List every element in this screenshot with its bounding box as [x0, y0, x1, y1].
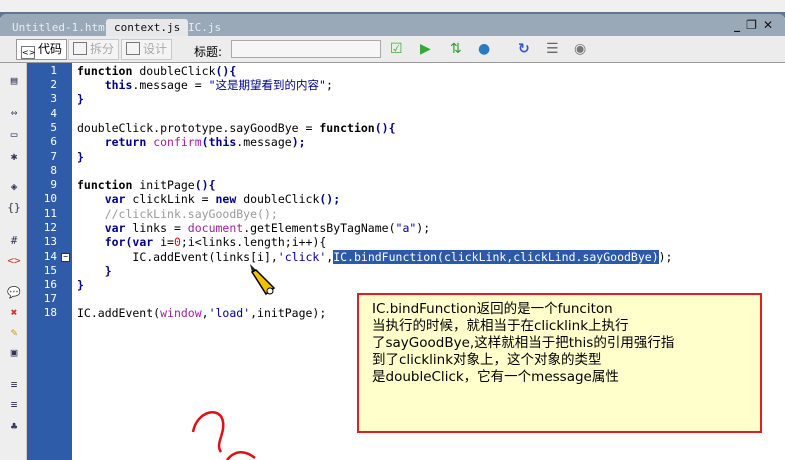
design-label: 设计 — [143, 42, 168, 56]
line-number: 17 — [43, 292, 57, 305]
code-line[interactable]: return confirm(this.message); — [77, 135, 306, 149]
code-line[interactable]: function doubleClick(){ — [77, 64, 236, 78]
remove-comment-icon[interactable]: ✖ — [6, 305, 22, 321]
callout-line: 是doubleClick，它有一个message属性 — [372, 369, 619, 385]
collapse-toggle[interactable]: − — [61, 253, 70, 262]
document-tabs: Untitled-1.html context.js IC.js _❐✕ — [0, 14, 785, 36]
close-button[interactable]: ✕ — [763, 18, 779, 32]
line-number: 7 — [50, 150, 57, 163]
line-number: 2 — [50, 78, 57, 91]
selected-text[interactable]: IC.bindFunction(clickLink,clickLind.sayG… — [333, 250, 659, 264]
restore-button[interactable]: ❐ — [746, 18, 763, 32]
split-label: 拆分 — [90, 42, 115, 56]
design-icon — [126, 42, 140, 55]
code-line[interactable]: function initPage(){ — [77, 178, 216, 192]
validate-icon[interactable]: ☑ — [390, 41, 403, 57]
file-transfer-icon[interactable]: ⇅ — [450, 41, 462, 57]
split-view-button[interactable]: 拆分 — [68, 39, 120, 60]
callout-line: 到了clicklink对象上，这个对象的类型 — [372, 352, 602, 368]
red-ink-scribble — [191, 411, 256, 460]
view-options-icon[interactable]: ☰ — [546, 41, 559, 57]
line-number: 15 — [43, 264, 57, 277]
line-number: 16 — [43, 278, 57, 291]
line-number: 14 — [43, 250, 57, 263]
line-number: 9 — [50, 178, 57, 191]
code-line[interactable]: for(var i=0;i<links.length;i++){ — [77, 235, 327, 249]
code-line[interactable]: doubleClick.prototype.sayGoodBye = funct… — [77, 121, 396, 135]
indent-icon[interactable]: ≡ — [6, 377, 22, 393]
code-line[interactable]: } — [77, 278, 84, 292]
code-line[interactable]: } — [77, 264, 112, 278]
line-number: 6 — [50, 135, 57, 148]
collapse-tag-icon[interactable]: ⇔ — [6, 105, 22, 121]
line-number: 10 — [43, 192, 57, 205]
collapse-selection-icon[interactable]: ▭ — [6, 127, 22, 143]
line-number: 4 — [50, 107, 57, 120]
code-line[interactable]: IC.addEvent(window,'load',initPage); — [77, 306, 326, 320]
annotation-callout: IC.bindFunction返回的是一个funciton 当执行的时候，就相当… — [357, 293, 762, 433]
preview-debug-icon[interactable]: ▶ — [420, 41, 431, 57]
expand-all-icon[interactable]: ✱ — [6, 149, 22, 165]
visual-aids-icon[interactable]: ◉ — [574, 41, 586, 57]
line-number: 5 — [50, 121, 57, 134]
code-line[interactable]: } — [77, 150, 84, 164]
document-toolbar: <> 代码 拆分 设计 标题: ☑ ▶ ⇅ ● ↻ ☰ ◉ — [0, 36, 785, 63]
tab-untitled-1[interactable]: Untitled-1.html — [4, 19, 119, 36]
split-icon — [73, 42, 87, 55]
select-parent-tag-icon[interactable]: ◈ — [6, 179, 22, 195]
apply-comment-icon[interactable]: 💬 — [6, 285, 22, 301]
browser-globe-icon[interactable]: ● — [478, 41, 490, 57]
code-line[interactable]: var clickLink = new doubleClick(); — [77, 192, 340, 206]
line-number: 1 — [50, 64, 57, 77]
line-numbers-icon[interactable]: # — [6, 233, 22, 249]
code-view-button[interactable]: <> 代码 — [16, 39, 68, 60]
callout-line: 了sayGoodBye,这样就相当于把this的引用强行指 — [372, 335, 675, 351]
top-strip — [0, 0, 785, 12]
balance-braces-icon[interactable]: {} — [6, 200, 22, 216]
code-line[interactable]: this.message = "这是期望看到的内容"; — [77, 78, 333, 92]
wrap-tag-icon[interactable]: ✎ — [6, 325, 22, 341]
pencil-cursor-icon — [250, 264, 276, 296]
callout-line: IC.bindFunction返回的是一个funciton — [372, 301, 613, 317]
code-line[interactable]: //clickLink.sayGoodBye(); — [77, 207, 278, 221]
highlight-invalid-icon[interactable]: <> — [6, 253, 22, 269]
code-icon: <> — [21, 46, 36, 59]
line-number: 18 — [43, 306, 57, 319]
callout-line: 当执行的时候，就相当于在clicklink上执行 — [372, 318, 629, 334]
recent-snippets-icon[interactable]: ▣ — [6, 345, 22, 361]
refresh-icon[interactable]: ↻ — [518, 41, 530, 57]
title-input[interactable] — [231, 40, 381, 58]
code-label: 代码 — [38, 42, 63, 56]
open-documents-icon[interactable]: ▤ — [6, 73, 22, 89]
tab-ic-js[interactable]: IC.js — [180, 19, 229, 36]
line-number: 3 — [50, 92, 57, 105]
design-view-button[interactable]: 设计 — [121, 39, 173, 60]
line-number: 12 — [43, 221, 57, 234]
title-label: 标题: — [194, 45, 223, 59]
minimize-button[interactable]: _ — [734, 18, 746, 32]
outdent-icon[interactable]: ≡ — [6, 397, 22, 413]
line-number: 11 — [43, 207, 57, 220]
coding-toolbar: ▤ ⇔ ▭ ✱ ◈ {} # <> 💬 ✖ ✎ ▣ ≡ ≡ ♣ — [0, 63, 27, 460]
code-line[interactable]: } — [77, 92, 84, 106]
tab-context-js[interactable]: context.js — [106, 19, 189, 36]
line-number: 13 — [43, 235, 57, 248]
code-line[interactable]: IC.addEvent(links[i],'click',IC.bindFunc… — [77, 250, 672, 264]
window-controls: _❐✕ — [734, 18, 779, 32]
line-number: 8 — [50, 164, 57, 177]
code-line[interactable]: var links = document.getElementsByTagNam… — [77, 221, 430, 235]
format-source-icon[interactable]: ♣ — [6, 419, 22, 435]
